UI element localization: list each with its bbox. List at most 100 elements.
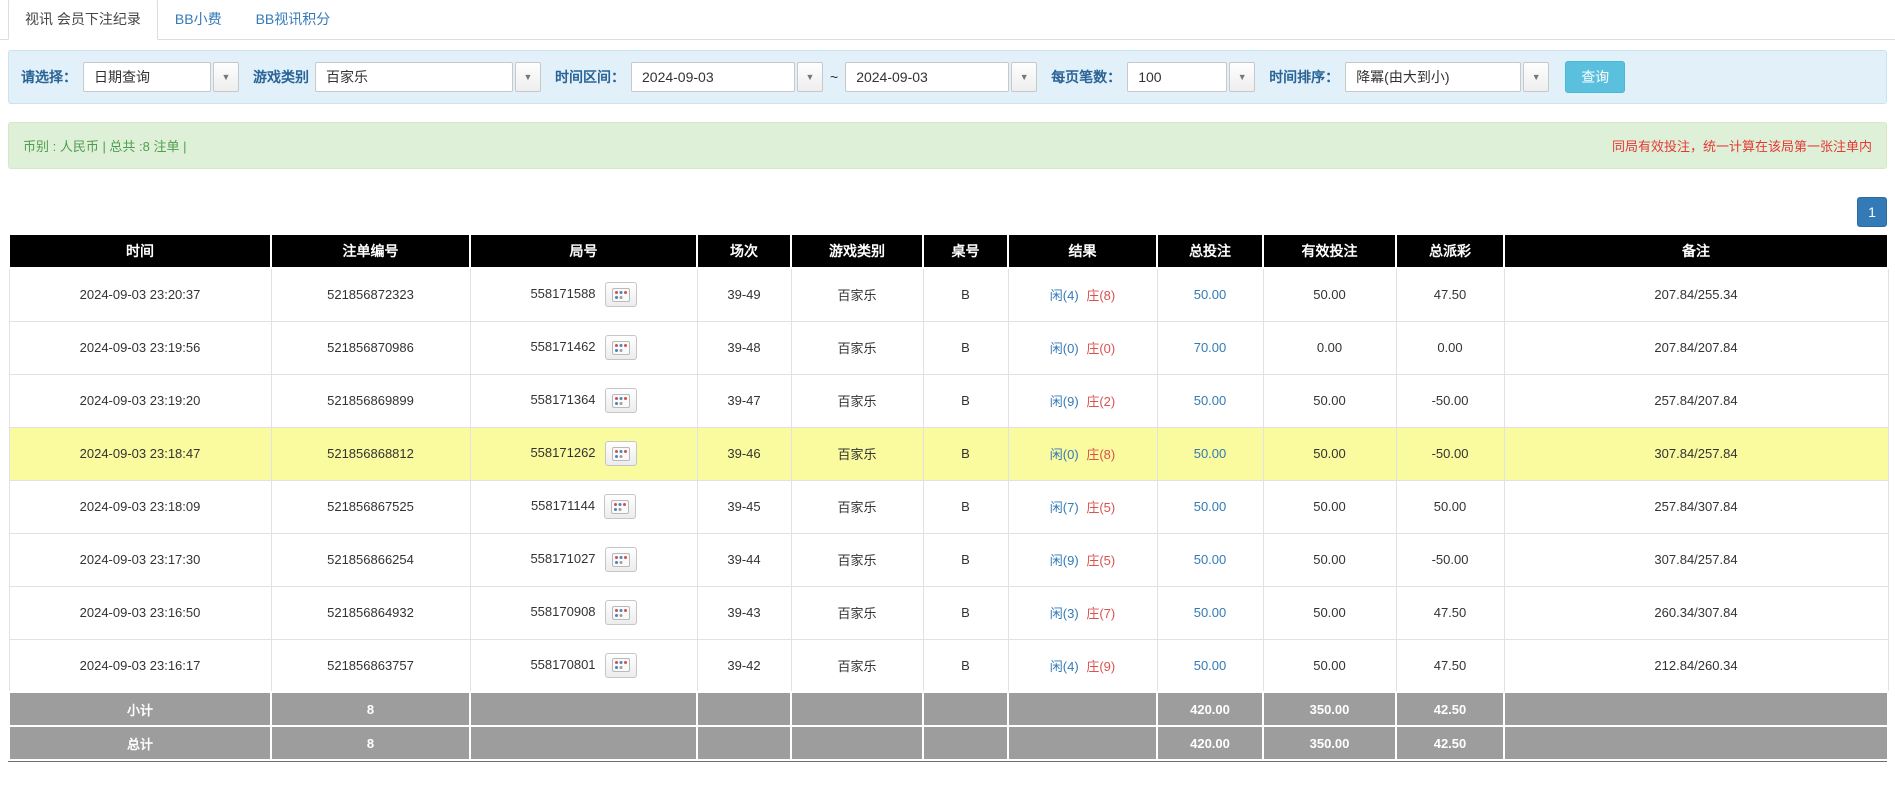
chevron-down-icon[interactable]: ▼: [1011, 62, 1037, 92]
table-row: 2024-09-03 23:16:50521856864932558170908…: [9, 586, 1888, 639]
total-bet-link[interactable]: 50.00: [1194, 393, 1227, 408]
cell-bet-id: 521856863757: [271, 639, 470, 692]
grand-total-total-bet: 420.00: [1157, 726, 1263, 760]
round-id-text: 558171262: [530, 445, 595, 460]
table-row: 2024-09-03 23:18:09521856867525558171144…: [9, 480, 1888, 533]
game-type-select[interactable]: 百家乐 ▼: [315, 62, 541, 92]
sort-select[interactable]: 降冪(由大到小) ▼: [1345, 62, 1549, 92]
roadmap-icon: [611, 500, 629, 514]
subtotal-count: 8: [271, 692, 470, 726]
chevron-down-icon[interactable]: ▼: [1229, 62, 1255, 92]
roadmap-icon-button[interactable]: [605, 441, 637, 466]
game-type-value[interactable]: 百家乐: [315, 62, 513, 92]
date-from-input[interactable]: 2024-09-03: [631, 62, 795, 92]
col-header-time: 时间: [9, 234, 271, 268]
cell-time: 2024-09-03 23:16:50: [9, 586, 271, 639]
cell-game-type: 百家乐: [791, 427, 923, 480]
cell-total-bet: 50.00: [1157, 586, 1263, 639]
per-page-group: 每页笔数： 100 ▼: [1051, 62, 1255, 92]
total-bet-link[interactable]: 50.00: [1194, 446, 1227, 461]
date-from-select[interactable]: 2024-09-03 ▼: [631, 62, 823, 92]
cell-result: 闲(0) 庄(0): [1008, 321, 1157, 374]
roadmap-icon-button[interactable]: [605, 388, 637, 413]
cell-bet-id: 521856872323: [271, 268, 470, 321]
total-bet-link[interactable]: 70.00: [1194, 340, 1227, 355]
footer-empty-cell: [470, 726, 697, 760]
query-type-group: 请选择： 日期查询 ▼: [21, 62, 239, 92]
subtotal-label: 小计: [9, 692, 271, 726]
result-banker: 庄(9): [1086, 659, 1115, 674]
total-bet-link[interactable]: 50.00: [1194, 287, 1227, 302]
cell-session: 39-49: [697, 268, 791, 321]
search-button[interactable]: 查询: [1565, 61, 1625, 93]
cell-total-bet: 50.00: [1157, 268, 1263, 321]
roadmap-icon-button[interactable]: [605, 335, 637, 360]
cell-table-no: B: [923, 480, 1008, 533]
table-row: 2024-09-03 23:19:56521856870986558171462…: [9, 321, 1888, 374]
cell-note: 207.84/207.84: [1504, 321, 1888, 374]
chevron-down-icon[interactable]: ▼: [1523, 62, 1549, 92]
cell-round-id: 558170908: [470, 586, 697, 639]
date-to-select[interactable]: 2024-09-03 ▼: [845, 62, 1037, 92]
total-bet-link[interactable]: 50.00: [1194, 552, 1227, 567]
result-player: 闲(0): [1050, 341, 1079, 356]
cell-result: 闲(9) 庄(5): [1008, 533, 1157, 586]
grand-total-valid-bet: 350.00: [1263, 726, 1396, 760]
result-banker: 庄(8): [1086, 288, 1115, 303]
round-id-text: 558170801: [530, 657, 595, 672]
total-bet-link[interactable]: 50.00: [1194, 605, 1227, 620]
cell-valid-bet: 50.00: [1263, 268, 1396, 321]
cell-time: 2024-09-03 23:16:17: [9, 639, 271, 692]
roadmap-icon-button[interactable]: [605, 282, 637, 307]
sort-value[interactable]: 降冪(由大到小): [1345, 62, 1521, 92]
query-type-value[interactable]: 日期查询: [83, 62, 211, 92]
chevron-down-icon[interactable]: ▼: [515, 62, 541, 92]
cell-payout: 0.00: [1396, 321, 1504, 374]
game-type-group: 游戏类别 百家乐 ▼: [253, 62, 541, 92]
footer-empty-cell: [1504, 692, 1888, 726]
roadmap-icon-button[interactable]: [605, 547, 637, 572]
cell-table-no: B: [923, 427, 1008, 480]
footer-empty-cell: [1008, 726, 1157, 760]
tab-bb-tips[interactable]: BB小费: [158, 0, 239, 40]
tab-bar: 视讯 会员下注纪录 BB小费 BB视讯积分: [0, 0, 1895, 40]
filter-bar: 请选择： 日期查询 ▼ 游戏类别 百家乐 ▼ 时间区间： 2024-09-03 …: [8, 50, 1887, 104]
roadmap-icon-button[interactable]: [605, 600, 637, 625]
cell-table-no: B: [923, 639, 1008, 692]
subtotal-total-bet: 420.00: [1157, 692, 1263, 726]
cell-time: 2024-09-03 23:18:09: [9, 480, 271, 533]
grand-total-label: 总计: [9, 726, 271, 760]
time-range-group: 时间区间： 2024-09-03 ▼ ~ 2024-09-03 ▼: [555, 62, 1037, 92]
cell-note: 257.84/307.84: [1504, 480, 1888, 533]
cell-time: 2024-09-03 23:20:37: [9, 268, 271, 321]
per-page-select[interactable]: 100 ▼: [1127, 62, 1255, 92]
tab-betting-records[interactable]: 视讯 会员下注纪录: [8, 0, 158, 40]
page-button-1[interactable]: 1: [1857, 197, 1887, 227]
cell-payout: 50.00: [1396, 480, 1504, 533]
cell-valid-bet: 50.00: [1263, 480, 1396, 533]
date-to-input[interactable]: 2024-09-03: [845, 62, 1009, 92]
cell-result: 闲(0) 庄(8): [1008, 427, 1157, 480]
col-header-bet-id: 注单编号: [271, 234, 470, 268]
total-bet-link[interactable]: 50.00: [1194, 499, 1227, 514]
footer-empty-cell: [697, 726, 791, 760]
roadmap-icon-button[interactable]: [605, 653, 637, 678]
query-type-select[interactable]: 日期查询 ▼: [83, 62, 239, 92]
chevron-down-icon[interactable]: ▼: [797, 62, 823, 92]
roadmap-icon: [612, 606, 630, 620]
chevron-down-icon[interactable]: ▼: [213, 62, 239, 92]
result-player: 闲(3): [1050, 606, 1079, 621]
result-player: 闲(9): [1050, 553, 1079, 568]
grand-total-row: 总计 8 420.00 350.00 42.50: [9, 726, 1888, 760]
cell-bet-id: 521856869899: [271, 374, 470, 427]
table-row: 2024-09-03 23:20:37521856872323558171588…: [9, 268, 1888, 321]
cell-payout: 47.50: [1396, 639, 1504, 692]
cell-bet-id: 521856866254: [271, 533, 470, 586]
total-bet-link[interactable]: 50.00: [1194, 658, 1227, 673]
cell-valid-bet: 50.00: [1263, 533, 1396, 586]
tab-bb-video-points[interactable]: BB视讯积分: [239, 0, 348, 40]
roadmap-icon-button[interactable]: [604, 494, 636, 519]
cell-payout: -50.00: [1396, 533, 1504, 586]
pagination: 1: [0, 197, 1895, 227]
per-page-value[interactable]: 100: [1127, 62, 1227, 92]
